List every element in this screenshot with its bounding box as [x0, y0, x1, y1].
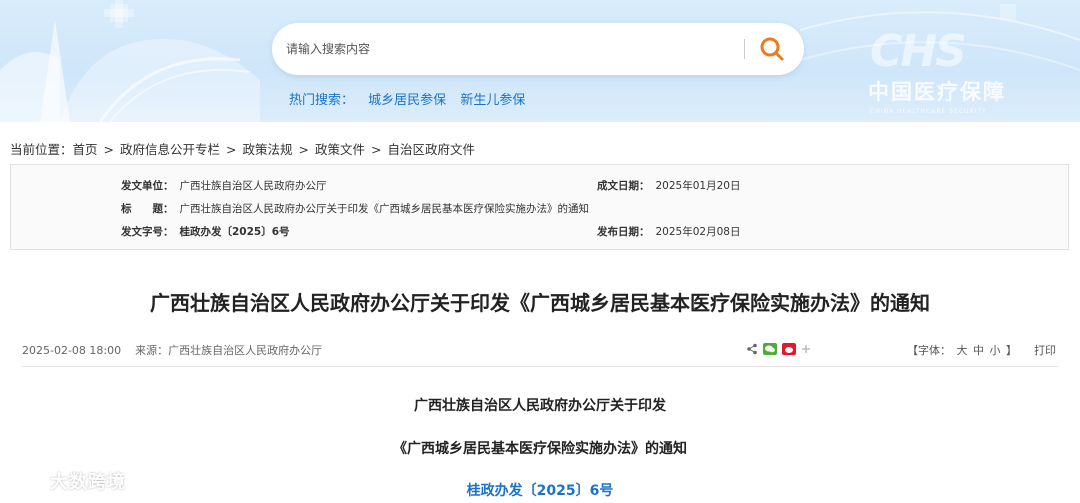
- hot-search-item[interactable]: 城乡居民参保: [368, 93, 446, 108]
- body-doc-number: 桂政办发〔2025〕6号: [466, 483, 614, 499]
- share-icon[interactable]: [746, 343, 758, 355]
- article-datetime: 2025-02-08 18:00: [22, 344, 122, 357]
- hot-search: 热门搜索： 城乡居民参保 新生儿参保: [289, 89, 535, 108]
- source-value: 广西壮族自治区人民政府办公厅: [168, 344, 323, 357]
- hot-search-item[interactable]: 新生儿参保: [460, 93, 525, 108]
- publish-date-row: 发布日期： 2025年02月08日: [597, 224, 740, 239]
- title-label: 标 题：: [121, 203, 174, 215]
- breadcrumb-region-docs[interactable]: 自治区政府文件: [388, 142, 476, 157]
- divider: [22, 366, 1058, 367]
- breadcrumb-separator: >: [103, 142, 115, 157]
- breadcrumb-separator: >: [226, 142, 237, 157]
- publish-date-label: 发布日期：: [597, 226, 650, 238]
- font-size-label-close: 】: [1006, 344, 1017, 357]
- font-size-small[interactable]: 小: [990, 344, 1001, 357]
- search-icon[interactable]: [758, 35, 786, 63]
- share-bar: [746, 341, 811, 357]
- search-box: [272, 23, 804, 75]
- document-info-box: 发文单位： 广西壮族自治区人民政府办公厅 成文日期： 2025年01月20日 标 题…: [10, 164, 1069, 250]
- logo-text: 中国医疗保障: [868, 80, 1006, 104]
- breadcrumb-prefix: 当前位置：: [10, 142, 73, 157]
- article-title: 广西壮族自治区人民政府办公厅关于印发《广西城乡居民基本医疗保险实施办法》的通知: [150, 291, 930, 315]
- issuer-label: 发文单位：: [121, 180, 174, 192]
- watermark-logo-icon: [6, 471, 42, 491]
- more-share-icon[interactable]: [801, 344, 811, 354]
- weibo-icon[interactable]: [782, 343, 796, 355]
- breadcrumb: 当前位置：首页 > 政府信息公开专栏 > 政策法规 > 政策文件 > 自治区政府文件: [10, 139, 475, 158]
- header-banner: CHS 中国医疗保障 CHINA HEALTHCARE SECURITY 热门搜…: [0, 0, 1080, 122]
- issuer-row: 发文单位： 广西壮族自治区人民政府办公厅: [121, 178, 327, 193]
- body-heading-line-2: 《广西城乡居民基本医疗保险实施办法》的通知: [393, 441, 687, 457]
- doc-number-row: 发文字号： 桂政办发〔2025〕6号: [121, 224, 296, 239]
- written-date-row: 成文日期： 2025年01月20日: [597, 178, 740, 193]
- title-row: 标 题： 广西壮族自治区人民政府办公厅关于印发《广西城乡居民基本医疗保险实施办法》…: [121, 201, 589, 216]
- breadcrumb-gov-info[interactable]: 政府信息公开专栏: [120, 142, 220, 157]
- breadcrumb-separator: >: [371, 142, 382, 157]
- breadcrumb-policy[interactable]: 政策法规: [243, 142, 293, 157]
- print-button[interactable]: 打印: [1034, 342, 1056, 358]
- hot-search-label: 热门搜索：: [289, 93, 355, 108]
- search-divider: [744, 39, 745, 59]
- watermark-text: 大数跨境: [50, 472, 126, 493]
- wechat-icon[interactable]: [763, 343, 777, 355]
- font-size-control: 【字体： 大 中 小 】: [906, 342, 1018, 358]
- written-date-label: 成文日期：: [597, 180, 650, 192]
- chs-logo-mark: CHS: [870, 26, 967, 77]
- breadcrumb-home[interactable]: 首页: [73, 142, 98, 157]
- doc-number-label: 发文字号：: [121, 226, 174, 238]
- doc-number-value: 桂政办发〔2025〕6号: [179, 226, 290, 238]
- breadcrumb-separator: >: [298, 142, 310, 157]
- logo-subtitle: CHINA HEALTHCARE SECURITY: [870, 108, 987, 115]
- breadcrumb-policy-docs[interactable]: 政策文件: [315, 142, 365, 157]
- source-label: 来源：: [135, 344, 169, 357]
- search-input[interactable]: [286, 37, 726, 61]
- building-illustration: [0, 0, 260, 122]
- publish-date-value: 2025年02月08日: [655, 226, 741, 238]
- written-date-value: 2025年01月20日: [655, 180, 741, 192]
- title-value: 广西壮族自治区人民政府办公厅关于印发《广西城乡居民基本医疗保险实施办法》的通知: [179, 203, 590, 215]
- article-meta: 2025-02-08 18:00 来源：广西壮族自治区人民政府办公厅: [22, 342, 322, 358]
- body-heading-line-1: 广西壮族自治区人民政府办公厅关于印发: [414, 398, 666, 414]
- issuer-value: 广西壮族自治区人民政府办公厅: [179, 180, 327, 192]
- font-size-label-open: 【字体：: [907, 344, 951, 357]
- watermark: 大数跨境: [6, 468, 126, 494]
- font-size-large[interactable]: 大: [957, 344, 968, 357]
- font-size-medium[interactable]: 中: [973, 344, 984, 357]
